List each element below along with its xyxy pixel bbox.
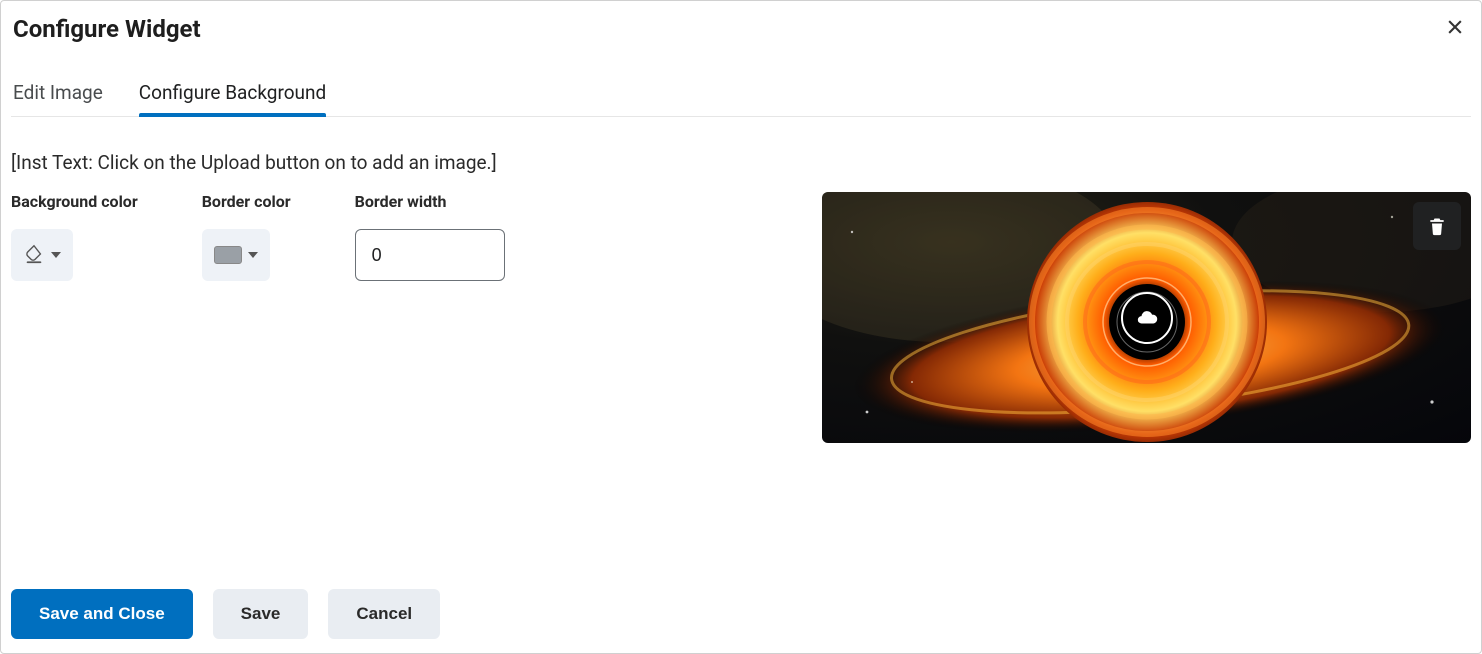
tabs: Edit Image Configure Background: [11, 81, 1471, 117]
background-color-label: Background color: [11, 192, 138, 211]
upload-button[interactable]: [1121, 292, 1173, 344]
save-and-close-button[interactable]: Save and Close: [11, 589, 193, 639]
dialog-title: Configure Widget: [13, 15, 201, 43]
background-color-picker[interactable]: [11, 229, 73, 281]
chevron-down-icon: [51, 252, 61, 258]
border-color-label: Border color: [202, 192, 291, 211]
configure-widget-dialog: Configure Widget Edit Image Configure Ba…: [0, 0, 1482, 654]
border-color-group: Border color: [202, 192, 291, 281]
border-color-swatch: [214, 246, 242, 264]
dialog-body: [Inst Text: Click on the Upload button o…: [11, 117, 1471, 639]
upload-cloud-icon: [1136, 307, 1158, 329]
instruction-text: [Inst Text: Click on the Upload button o…: [11, 151, 1471, 174]
border-color-picker[interactable]: [202, 229, 270, 281]
dialog-footer: Save and Close Save Cancel: [11, 589, 1471, 639]
save-button[interactable]: Save: [213, 589, 309, 639]
delete-image-button[interactable]: [1413, 202, 1461, 250]
cancel-button[interactable]: Cancel: [328, 589, 440, 639]
tab-edit-image[interactable]: Edit Image: [13, 81, 103, 116]
image-preview: [822, 192, 1471, 443]
trash-icon: [1427, 216, 1447, 236]
border-width-group: Border width: [355, 192, 505, 281]
close-icon: [1445, 17, 1465, 37]
config-controls: Background color Border color: [11, 192, 505, 281]
background-color-group: Background color: [11, 192, 138, 281]
tab-configure-background[interactable]: Configure Background: [139, 81, 326, 116]
border-width-input[interactable]: [355, 229, 505, 281]
close-button[interactable]: [1443, 15, 1467, 42]
fill-icon: [23, 243, 45, 268]
chevron-down-icon: [248, 252, 258, 258]
config-row: Background color Border color: [11, 192, 1471, 443]
border-width-label: Border width: [355, 192, 505, 211]
dialog-header: Configure Widget: [11, 11, 1471, 43]
